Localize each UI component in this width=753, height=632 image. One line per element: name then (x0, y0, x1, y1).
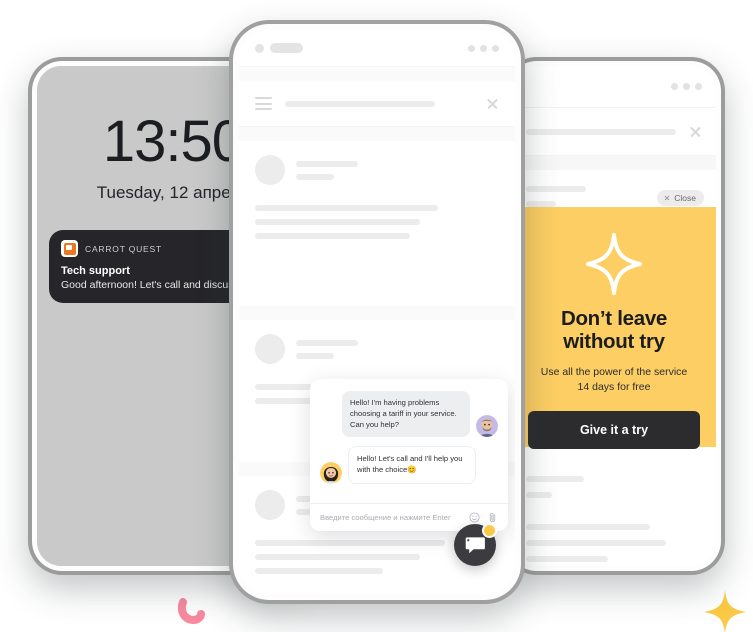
skeleton-line (255, 540, 445, 546)
hamburger-menu-icon[interactable] (255, 97, 272, 110)
browser-tab-indicator (255, 43, 303, 53)
close-x-icon: ✕ (663, 193, 671, 203)
close-x-icon[interactable] (689, 125, 702, 138)
skeleton-user-row (255, 334, 499, 364)
popup-title-line-1: Don’t leave (560, 307, 668, 330)
popup-subtitle: Use all the power of the service 14 days… (528, 365, 700, 395)
skeleton-line (255, 398, 315, 404)
device-right-tablet: ✕ Close Don’t leave without try Use all … (503, 57, 725, 575)
skeleton-line (255, 554, 420, 560)
promo-popup: Don’t leave without try Use all the powe… (512, 207, 716, 450)
skeleton-line (526, 556, 608, 562)
chat-bubble-text: Hello! Let's call and I'll help you with… (348, 446, 476, 484)
skeleton-content-right-bottom (512, 460, 716, 562)
skeleton-post-1 (239, 141, 515, 239)
skeleton-line (296, 173, 334, 180)
skeleton-line (296, 339, 358, 346)
sparkle-icon-yellow (704, 590, 746, 632)
chat-message-list: Hello! I'm having problems choosing a ta… (310, 379, 508, 503)
skeleton-line (526, 186, 586, 192)
popup-subtitle-line-2: 14 days for free (577, 381, 651, 394)
browser-topbar (239, 30, 515, 67)
unread-badge (482, 523, 497, 538)
skeleton-paragraph (255, 205, 499, 239)
chat-bubble-icon (465, 537, 485, 554)
chat-widget-panel: Hello! I'm having problems choosing a ta… (310, 379, 508, 531)
skeleton-line (255, 219, 420, 225)
agent-avatar (320, 462, 342, 484)
skeleton-line (296, 160, 358, 167)
skeleton-line (526, 492, 552, 498)
paperclip-icon[interactable] (487, 512, 498, 523)
skeleton-search-row-right (512, 108, 716, 156)
squiggle-icon (541, 2, 562, 40)
carrot-quest-app-icon (61, 240, 78, 257)
skeleton-nav-row (239, 81, 515, 127)
chat-screen: Hello! I'm having problems choosing a ta… (239, 30, 515, 594)
skeleton-avatar (255, 155, 285, 185)
chat-bubble-text: Hello! I'm having problems choosing a ta… (342, 391, 470, 438)
skeleton-strip-top (239, 67, 515, 81)
window-dots-center (468, 44, 499, 52)
skeleton-avatar (255, 490, 285, 520)
popup-subtitle-line-1: Use all the power of the service (540, 365, 688, 378)
skeleton-line (296, 352, 334, 359)
popup-title-line-2: without try (563, 329, 665, 353)
skeleton-avatar (255, 334, 285, 364)
popup-close-button[interactable]: ✕ Close (656, 190, 704, 206)
chat-message-outgoing: Hello! I'm having problems choosing a ta… (320, 391, 498, 438)
user-avatar (476, 415, 498, 438)
chat-message-incoming: Hello! Let's call and I'll help you with… (320, 446, 498, 484)
give-it-a-try-button[interactable]: Give it a try (528, 411, 700, 450)
chat-input-placeholder[interactable]: Введите сообщение и нажмите Enter (320, 513, 462, 522)
skeleton-topbar-right (512, 66, 716, 108)
skeleton-lines (296, 160, 358, 180)
popup-title: Don’t leave without try (528, 307, 700, 354)
chat-launcher-button[interactable] (454, 523, 497, 566)
emoji-smiley-icon[interactable] (469, 512, 480, 523)
skeleton-line (255, 205, 438, 211)
skeleton-line (526, 540, 666, 546)
skeleton-line (526, 128, 676, 135)
skeleton-line (285, 100, 435, 107)
window-dots-right (671, 83, 702, 90)
skeleton-strip-right (512, 156, 716, 170)
sparkle-icon (586, 233, 642, 295)
popup-close-label: Close (674, 193, 696, 203)
skeleton-lines (296, 339, 358, 359)
close-x-icon[interactable] (486, 97, 499, 110)
device-center-phone: Hello! I'm having problems choosing a ta… (229, 20, 525, 604)
skeleton-line (526, 524, 650, 530)
skeleton-line (255, 233, 410, 239)
popup-screen: ✕ Close Don’t leave without try Use all … (512, 66, 716, 566)
notification-app-name: CARROT QUEST (85, 243, 162, 254)
skeleton-strip-mid (239, 127, 515, 141)
worm-shape-pink (177, 598, 205, 625)
skeleton-user-row (255, 155, 499, 185)
skeleton-line (255, 568, 383, 574)
skeleton-line (526, 476, 584, 482)
skeleton-strip-2 (239, 306, 515, 320)
illustration-stage: 13:50 Tuesday, 12 апреля CARROT QUEST Te… (0, 0, 753, 632)
